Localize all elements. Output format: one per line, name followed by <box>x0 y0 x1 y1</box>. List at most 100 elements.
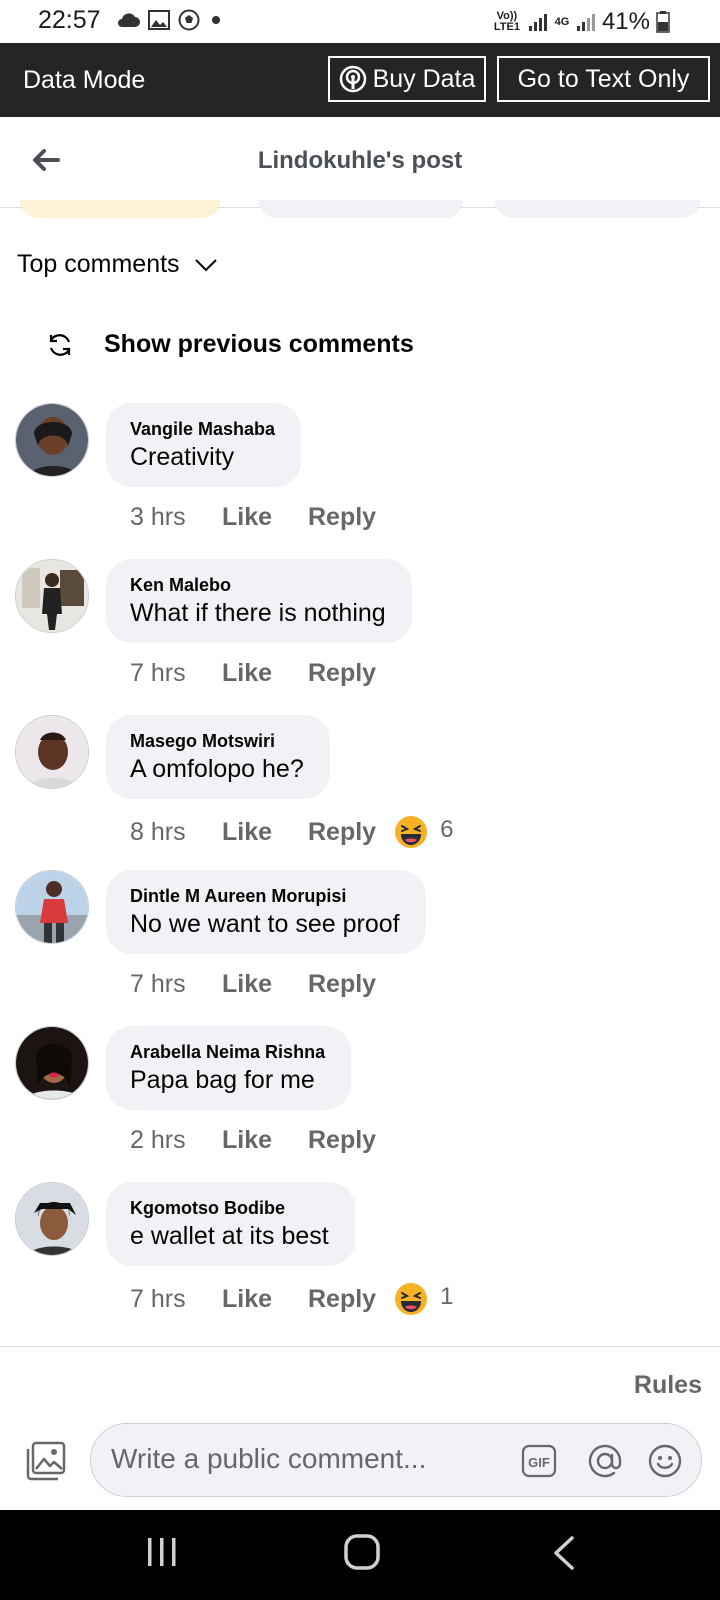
back-icon[interactable] <box>552 1536 576 1570</box>
system-nav-bar <box>0 1510 720 1600</box>
comment-time[interactable]: 7 hrs <box>130 970 222 999</box>
haha-reaction-icon[interactable] <box>394 1282 428 1316</box>
post-header: Lindokuhle's post <box>0 117 720 208</box>
comment-time[interactable]: 8 hrs <box>130 818 222 847</box>
reaction-chip[interactable] <box>20 200 220 218</box>
comment-input[interactable]: Write a public comment... GIF <box>90 1423 702 1497</box>
svg-text:GIF: GIF <box>528 1455 550 1470</box>
comment-sort-dropdown[interactable]: Top comments <box>17 250 218 279</box>
status-bar: 22:57 Vo)) LTE1 4G 41% <box>0 0 720 43</box>
dot-icon <box>212 16 220 24</box>
comment-composer: Rules Write a public comment... GIF <box>0 1346 720 1510</box>
like-button[interactable]: Like <box>222 1126 308 1155</box>
reaction-chip[interactable] <box>495 200 700 218</box>
comment-bubble[interactable]: Dintle M Aureen Morupisi No we want to s… <box>106 870 426 954</box>
battery-icon <box>656 11 670 33</box>
comment-time[interactable]: 7 hrs <box>130 659 222 688</box>
comment-author[interactable]: Kgomotso Bodibe <box>130 1196 329 1220</box>
reply-button[interactable]: Reply <box>308 970 376 999</box>
go-to-text-only-button[interactable]: Go to Text Only <box>497 56 710 102</box>
comment-actions: 8 hrs Like Reply 6 <box>130 815 453 849</box>
soccer-ball-icon <box>178 9 200 31</box>
signal-icon <box>528 14 547 31</box>
comment-actions: 7 hrs Like Reply <box>130 970 394 999</box>
text-only-label: Go to Text Only <box>517 64 690 93</box>
avatar[interactable] <box>15 403 89 477</box>
buy-data-label: Buy Data <box>372 64 476 93</box>
comment-text: Creativity <box>130 443 235 471</box>
like-button[interactable]: Like <box>222 1285 308 1314</box>
comment-item: Ken Malebo What if there is nothing 7 hr… <box>0 559 720 717</box>
comment-bubble[interactable]: Arabella Neima Rishna Papa bag for me <box>106 1026 352 1110</box>
reply-button[interactable]: Reply <box>308 1285 376 1314</box>
comment-item: Masego Motswiri A omfolopo he? 8 hrs Lik… <box>0 715 720 873</box>
comment-text: What if there is nothing <box>130 599 386 627</box>
comment-bubble[interactable]: Kgomotso Bodibe e wallet at its best <box>106 1182 355 1266</box>
volte-indicator: Vo)) LTE1 <box>493 10 520 33</box>
image-icon <box>148 10 170 30</box>
comment-author[interactable]: Arabella Neima Rishna <box>130 1040 325 1064</box>
comment-bubble[interactable]: Ken Malebo What if there is nothing <box>106 559 412 643</box>
avatar[interactable] <box>15 559 89 633</box>
comment-time[interactable]: 2 hrs <box>130 1126 222 1155</box>
buy-data-button[interactable]: Buy Data <box>328 56 486 102</box>
comment-item: Dintle M Aureen Morupisi No we want to s… <box>0 870 720 1028</box>
reaction-count[interactable]: 1 <box>440 1283 453 1311</box>
gif-icon[interactable]: GIF <box>521 1444 557 1478</box>
comment-item: Vangile Mashaba Creativity 3 hrs Like Re… <box>0 403 720 561</box>
comment-actions: 7 hrs Like Reply 1 <box>130 1282 453 1316</box>
reply-button[interactable]: Reply <box>308 659 376 688</box>
page-title: Lindokuhle's post <box>257 147 463 174</box>
recent-apps-icon[interactable] <box>146 1536 178 1568</box>
comment-actions: 3 hrs Like Reply <box>130 503 394 532</box>
broadcast-icon <box>339 65 366 93</box>
reply-button[interactable]: Reply <box>308 1126 376 1155</box>
comment-bubble[interactable]: Masego Motswiri A omfolopo he? <box>106 715 330 799</box>
avatar[interactable] <box>15 1182 89 1256</box>
data-mode-label: Data Mode <box>23 66 146 94</box>
comment-text: e wallet at its best <box>130 1222 329 1250</box>
cloud-icon <box>118 13 140 27</box>
comment-text: Papa bag for me <box>130 1066 315 1094</box>
4g-indicator: 4G <box>554 15 570 28</box>
like-button[interactable]: Like <box>222 503 308 532</box>
avatar[interactable] <box>15 1026 89 1100</box>
reply-button[interactable]: Reply <box>308 818 376 847</box>
comment-actions: 2 hrs Like Reply <box>130 1126 394 1155</box>
home-icon[interactable] <box>344 1534 380 1570</box>
comment-time[interactable]: 7 hrs <box>130 1285 222 1314</box>
show-previous-label: Show previous comments <box>104 330 414 358</box>
data-mode-bar: Data Mode Buy Data Go to Text Only <box>0 43 720 117</box>
emoji-icon[interactable] <box>647 1443 683 1479</box>
haha-reaction-icon[interactable] <box>394 815 428 849</box>
reaction-chip[interactable] <box>258 200 463 218</box>
comment-actions: 7 hrs Like Reply <box>130 659 394 688</box>
comment-author[interactable]: Vangile Mashaba <box>130 417 275 441</box>
comment-bubble[interactable]: Vangile Mashaba Creativity <box>106 403 302 487</box>
avatar[interactable] <box>15 870 89 944</box>
comment-placeholder: Write a public comment... <box>111 1443 427 1474</box>
reaction-count[interactable]: 6 <box>440 816 453 844</box>
comment-author[interactable]: Masego Motswiri <box>130 729 304 753</box>
like-button[interactable]: Like <box>222 818 308 847</box>
comment-author[interactable]: Dintle M Aureen Morupisi <box>130 884 400 908</box>
like-button[interactable]: Like <box>222 659 308 688</box>
photo-gallery-icon[interactable] <box>24 1441 66 1481</box>
comment-text: No we want to see proof <box>130 910 400 938</box>
refresh-icon <box>49 333 71 356</box>
comment-item: Arabella Neima Rishna Papa bag for me 2 … <box>0 1026 720 1184</box>
comment-item: Kgomotso Bodibe e wallet at its best 7 h… <box>0 1182 720 1340</box>
chevron-down-icon <box>194 258 217 271</box>
mention-icon[interactable] <box>587 1443 623 1479</box>
comment-time[interactable]: 3 hrs <box>130 503 222 532</box>
comment-author[interactable]: Ken Malebo <box>130 573 386 597</box>
comment-list: Vangile Mashaba Creativity 3 hrs Like Re… <box>0 403 720 1358</box>
rules-link[interactable]: Rules <box>634 1371 702 1400</box>
reply-button[interactable]: Reply <box>308 503 376 532</box>
comment-text: A omfolopo he? <box>130 755 304 783</box>
signal-icon-2 <box>576 14 595 31</box>
sort-label: Top comments <box>17 250 180 278</box>
show-previous-comments-button[interactable]: Show previous comments <box>46 330 414 359</box>
avatar[interactable] <box>15 715 89 789</box>
like-button[interactable]: Like <box>222 970 308 999</box>
